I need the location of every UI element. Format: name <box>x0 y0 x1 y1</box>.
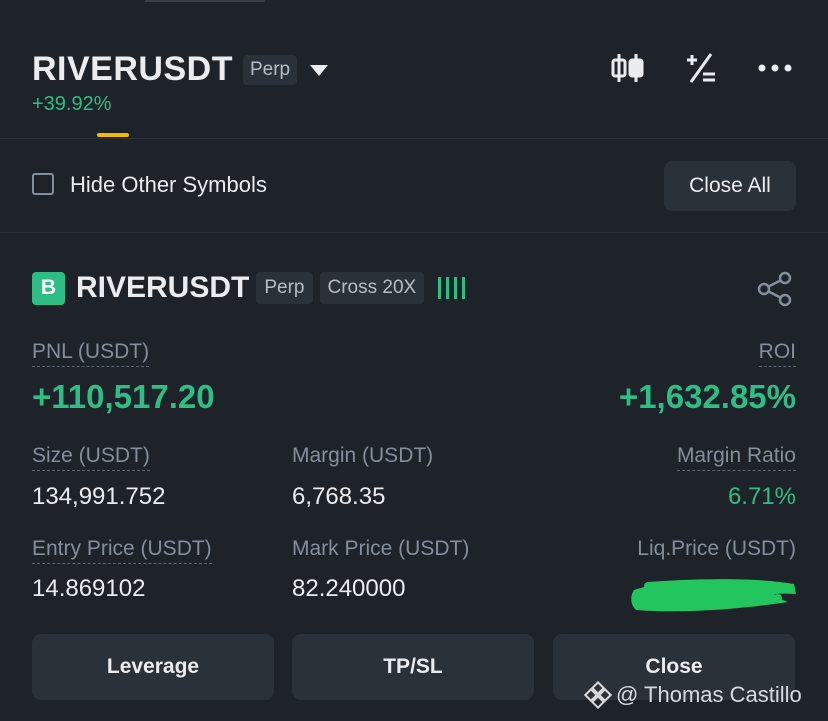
roi-value: +1,632.85% <box>618 378 796 415</box>
liq-price-label: Liq.Price (USDT) <box>637 537 796 560</box>
size-label[interactable]: Size (USDT) <box>32 444 150 471</box>
candlestick-chart-icon[interactable] <box>608 48 648 88</box>
margin-ratio-value: 6.71% <box>727 483 796 510</box>
pnl-label[interactable]: PNL (USDT) <box>32 340 150 367</box>
hide-other-symbols-label[interactable]: Hide Other Symbols <box>70 172 267 198</box>
margin-mode-tag[interactable]: Cross 20X <box>319 272 425 304</box>
symbol-title: RIVERUSDT <box>32 50 233 88</box>
symbol-header: RIVERUSDT Perp +39.92% <box>0 0 828 139</box>
more-icon[interactable] <box>755 48 795 88</box>
close-all-button[interactable]: Close All <box>664 161 796 211</box>
calculator-icon[interactable] <box>681 48 721 88</box>
chevron-down-icon[interactable] <box>310 65 329 76</box>
contract-type-tag: Perp <box>256 272 313 304</box>
entry-price-label[interactable]: Entry Price (USDT) <box>32 537 212 564</box>
mark-price-label: Mark Price (USDT) <box>292 537 470 560</box>
binance-logo-icon <box>584 681 612 709</box>
active-tab-indicator <box>97 133 129 137</box>
mark-price-value: 82.240000 <box>292 575 406 602</box>
liq-price-redaction-scribble <box>628 574 798 616</box>
position-header: B RIVERUSDT Perp Cross 20X <box>32 271 466 305</box>
price-change-percent: +39.92% <box>32 93 112 115</box>
adl-indicator-icon <box>438 276 466 300</box>
margin-value: 6,768.35 <box>292 483 386 510</box>
hide-other-symbols-checkbox[interactable] <box>32 173 54 195</box>
pnl-value: +110,517.20 <box>32 378 215 415</box>
symbol-selector[interactable]: RIVERUSDT Perp <box>32 50 329 89</box>
tpsl-button[interactable]: TP/SL <box>292 634 534 700</box>
contract-type-tag: Perp <box>242 54 298 85</box>
watermark-text: @ Thomas Castillo <box>616 682 802 707</box>
roi-label[interactable]: ROI <box>758 340 796 367</box>
size-value: 134,991.752 <box>32 483 166 510</box>
watermark: @ Thomas Castillo <box>584 681 802 709</box>
margin-ratio-label[interactable]: Margin Ratio <box>676 444 796 471</box>
entry-price-value: 14.869102 <box>32 575 146 602</box>
position-symbol: RIVERUSDT <box>76 271 250 304</box>
side-badge: B <box>32 271 65 305</box>
share-icon[interactable] <box>756 270 794 308</box>
margin-label: Margin (USDT) <box>292 444 434 467</box>
leverage-button[interactable]: Leverage <box>32 634 274 700</box>
